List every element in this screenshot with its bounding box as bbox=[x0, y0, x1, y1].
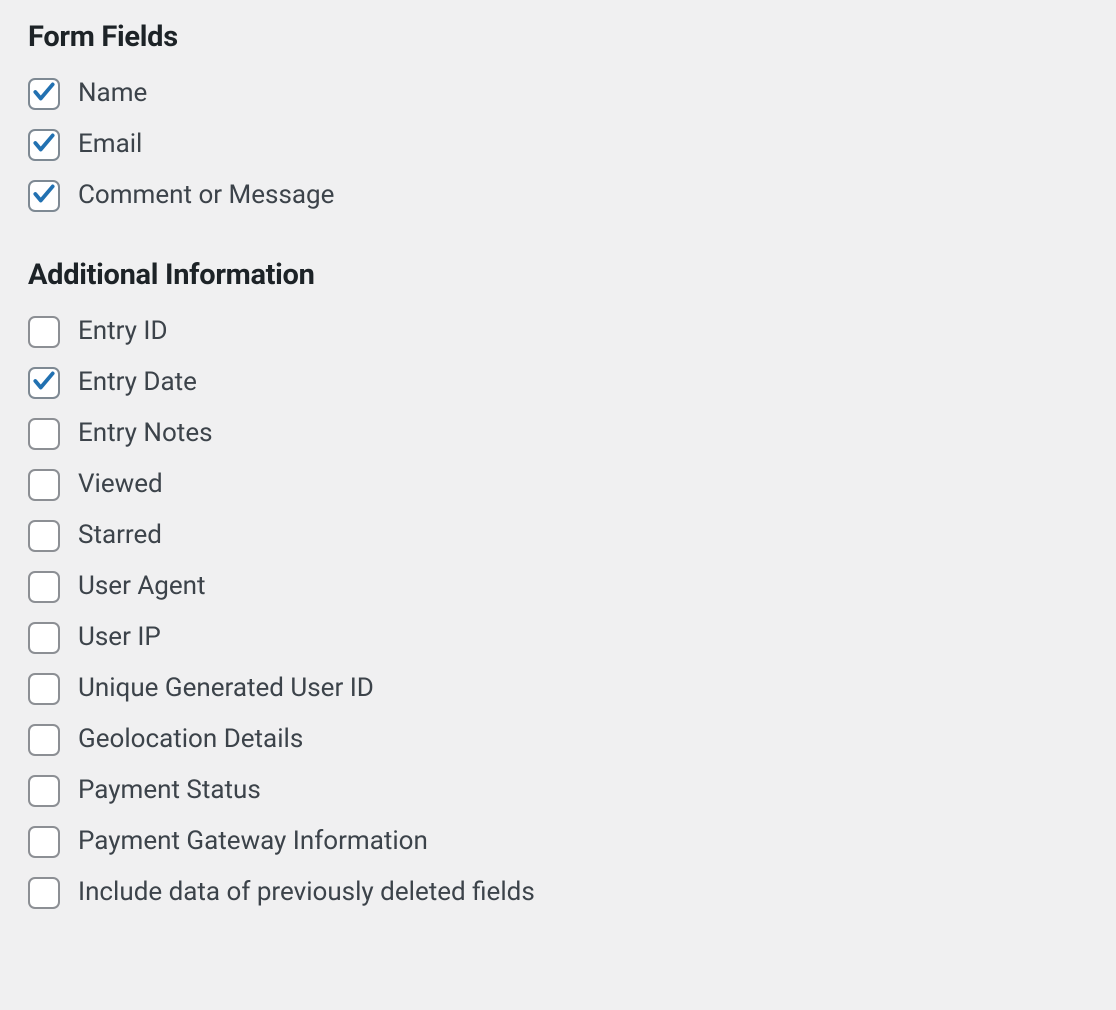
checkbox-row-name: Name bbox=[28, 78, 1088, 110]
additional-information-section: Additional Information Entry ID Entry Da… bbox=[28, 258, 1088, 909]
checkbox-payment-status[interactable] bbox=[28, 775, 60, 807]
checkbox-unique-generated-user-id[interactable] bbox=[28, 673, 60, 705]
checkbox-geolocation-details[interactable] bbox=[28, 724, 60, 756]
checkbox-label-unique-generated-user-id[interactable]: Unique Generated User ID bbox=[78, 673, 374, 704]
checkbox-entry-notes[interactable] bbox=[28, 418, 60, 450]
checkbox-entry-date[interactable] bbox=[28, 367, 60, 399]
checkbox-label-comment-or-message[interactable]: Comment or Message bbox=[78, 180, 334, 211]
checkbox-label-name[interactable]: Name bbox=[78, 78, 147, 109]
checkbox-label-payment-gateway-information[interactable]: Payment Gateway Information bbox=[78, 826, 428, 857]
checkbox-include-deleted-fields[interactable] bbox=[28, 877, 60, 909]
checkbox-label-entry-notes[interactable]: Entry Notes bbox=[78, 418, 213, 449]
checkbox-label-include-deleted-fields[interactable]: Include data of previously deleted field… bbox=[78, 877, 535, 908]
checkbox-row-include-deleted-fields: Include data of previously deleted field… bbox=[28, 877, 1088, 909]
checkbox-row-user-agent: User Agent bbox=[28, 571, 1088, 603]
checkbox-label-starred[interactable]: Starred bbox=[78, 520, 162, 551]
checkbox-row-viewed: Viewed bbox=[28, 469, 1088, 501]
checkbox-user-agent[interactable] bbox=[28, 571, 60, 603]
checkbox-row-entry-notes: Entry Notes bbox=[28, 418, 1088, 450]
checkmark-icon bbox=[31, 79, 57, 109]
checkmark-icon bbox=[31, 181, 57, 211]
checkbox-label-viewed[interactable]: Viewed bbox=[78, 469, 163, 500]
checkbox-row-user-ip: User IP bbox=[28, 622, 1088, 654]
checkbox-row-geolocation-details: Geolocation Details bbox=[28, 724, 1088, 756]
checkmark-icon bbox=[31, 130, 57, 160]
form-fields-heading: Form Fields bbox=[28, 20, 1088, 54]
checkbox-label-email[interactable]: Email bbox=[78, 129, 142, 160]
checkbox-label-entry-id[interactable]: Entry ID bbox=[78, 316, 168, 347]
checkbox-name[interactable] bbox=[28, 78, 60, 110]
checkbox-row-unique-generated-user-id: Unique Generated User ID bbox=[28, 673, 1088, 705]
checkbox-comment-or-message[interactable] bbox=[28, 180, 60, 212]
checkbox-row-comment-or-message: Comment or Message bbox=[28, 180, 1088, 212]
checkbox-user-ip[interactable] bbox=[28, 622, 60, 654]
checkbox-label-payment-status[interactable]: Payment Status bbox=[78, 775, 261, 806]
checkbox-payment-gateway-information[interactable] bbox=[28, 826, 60, 858]
checkbox-label-geolocation-details[interactable]: Geolocation Details bbox=[78, 724, 303, 755]
form-fields-section: Form Fields Name Email Comment or Messag… bbox=[28, 20, 1088, 212]
checkbox-label-user-agent[interactable]: User Agent bbox=[78, 571, 206, 602]
checkbox-row-email: Email bbox=[28, 129, 1088, 161]
checkbox-label-entry-date[interactable]: Entry Date bbox=[78, 367, 197, 398]
checkbox-row-entry-id: Entry ID bbox=[28, 316, 1088, 348]
checkbox-row-payment-status: Payment Status bbox=[28, 775, 1088, 807]
checkbox-label-user-ip[interactable]: User IP bbox=[78, 622, 161, 653]
checkmark-icon bbox=[31, 368, 57, 398]
checkbox-row-starred: Starred bbox=[28, 520, 1088, 552]
checkbox-starred[interactable] bbox=[28, 520, 60, 552]
checkbox-viewed[interactable] bbox=[28, 469, 60, 501]
checkbox-row-payment-gateway-information: Payment Gateway Information bbox=[28, 826, 1088, 858]
checkbox-row-entry-date: Entry Date bbox=[28, 367, 1088, 399]
additional-information-heading: Additional Information bbox=[28, 258, 1088, 292]
checkbox-email[interactable] bbox=[28, 129, 60, 161]
checkbox-entry-id[interactable] bbox=[28, 316, 60, 348]
